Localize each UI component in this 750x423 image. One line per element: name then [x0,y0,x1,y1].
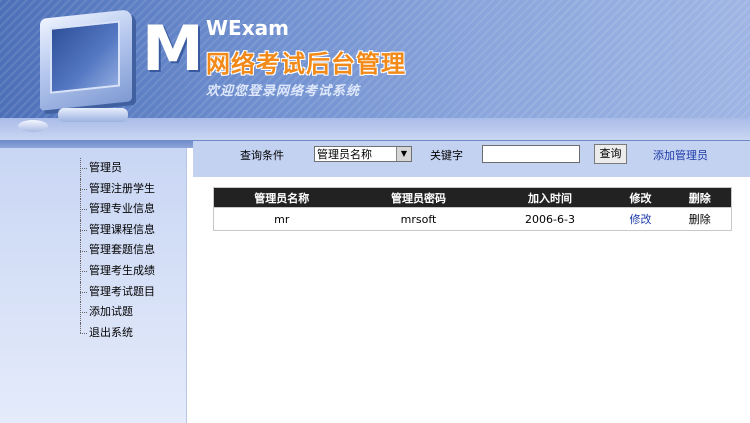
edit-link[interactable]: 修改 [630,213,652,226]
sidebar-item-admin[interactable]: 管理员 [80,158,155,179]
add-admin-link[interactable]: 添加管理员 [653,147,708,163]
mouse-illustration [18,120,48,132]
keyword-input[interactable] [482,145,580,163]
column-header-name: 管理员名称 [213,187,350,208]
column-header-delete: 删除 [668,187,732,208]
admin-table: 管理员名称 管理员密码 加入时间 修改 删除 mr mrsoft 2006-6-… [213,187,732,231]
table-header-row: 管理员名称 管理员密码 加入时间 修改 删除 [213,187,732,208]
monitor-screen [50,20,120,94]
column-header-edit: 修改 [612,187,669,208]
sidebar-item-courses[interactable]: 管理课程信息 [80,219,155,241]
delete-link[interactable]: 删除 [689,213,711,226]
brand-name: WExam [206,16,289,40]
keyword-label: 关键字 [430,149,463,162]
condition-label: 查询条件 [240,149,284,162]
computer-monitor-illustration [40,9,132,111]
table-row: mr mrsoft 2006-6-3 修改 删除 [213,207,732,231]
cell-admin-name: mr [213,207,350,231]
sidebar-item-majors[interactable]: 管理专业信息 [80,199,155,220]
sidebar-item-scores[interactable]: 管理考生成绩 [80,260,155,282]
cell-join-date: 2006-6-3 [487,207,613,231]
condition-select[interactable]: 管理员名称 ▼ [314,146,412,162]
chevron-down-icon[interactable]: ▼ [396,147,411,161]
sidebar-item-students[interactable]: 管理注册学生 [80,178,155,200]
sidebar-item-logout[interactable]: 退出系统 [80,322,155,344]
condition-select-value: 管理员名称 [317,148,372,161]
sidebar-menu: 管理员 管理注册学生 管理专业信息 管理课程信息 管理套题信息 管理考生成绩 管… [80,158,155,343]
query-bar: 查询条件 管理员名称 ▼ 关键字 查询 添加管理员 [193,141,750,177]
cell-admin-password: mrsoft [349,207,488,231]
column-header-join-date: 加入时间 [487,187,613,208]
search-button[interactable]: 查询 [594,144,627,164]
keyboard-illustration [58,108,128,122]
column-header-password: 管理员密码 [349,187,488,208]
header-banner: M WExam 网络考试后台管理 欢迎您登录网络考试系统 [0,0,750,140]
site-title: 网络考试后台管理 [206,50,406,78]
logo-letter: M [142,12,204,85]
welcome-subtitle: 欢迎您登录网络考试系统 [206,84,361,99]
sidebar-item-add-question[interactable]: 添加试题 [80,302,155,323]
sidebar-item-question-sets[interactable]: 管理套题信息 [80,240,155,261]
sidebar-item-exam-questions[interactable]: 管理考试题目 [80,281,155,303]
sidebar: 管理员 管理注册学生 管理专业信息 管理课程信息 管理套题信息 管理考生成绩 管… [0,148,187,423]
